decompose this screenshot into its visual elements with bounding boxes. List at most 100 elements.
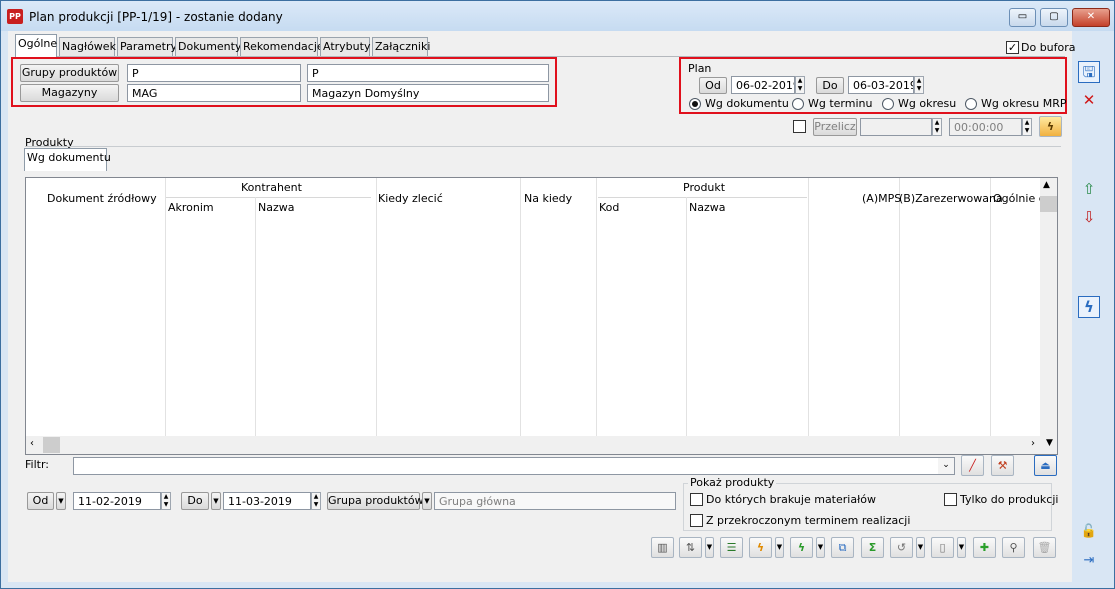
lightning-side-icon[interactable]: ϟ <box>1078 296 1100 318</box>
tab-parametry[interactable]: Parametry <box>117 37 177 56</box>
tab-ogolne[interactable]: Ogólne <box>15 34 57 57</box>
grupa-dropdown[interactable]: ▼ <box>422 492 432 510</box>
copy-icon[interactable]: ⧉ <box>831 537 854 558</box>
move-down-icon[interactable]: ⇩ <box>1078 207 1100 229</box>
plan-od-spinner[interactable]: ▲ ▼ <box>795 76 805 94</box>
opt-przekroczony-checkbox[interactable] <box>690 514 703 527</box>
bottom-od-date[interactable]: 11-02-2019 <box>73 492 161 510</box>
bottom-do-button[interactable]: Do <box>181 492 209 510</box>
filter-settings-icon[interactable]: ⚒ <box>991 455 1014 476</box>
plan-do-spinner[interactable]: ▲ ▼ <box>914 76 924 94</box>
plan-do-button[interactable]: Do <box>816 77 844 94</box>
pin-icon[interactable]: ⇥ <box>1078 551 1100 573</box>
tab-atrybuty[interactable]: Atrybuty <box>320 37 370 56</box>
tab-dokumenty[interactable]: Dokumenty <box>175 37 241 56</box>
subtab-wg-dokumentu[interactable]: Wg dokumentu <box>24 148 111 171</box>
grid-col-line <box>165 178 166 436</box>
bottom-do-dropdown[interactable]: ▼ <box>211 492 221 510</box>
przelicz-date-spinner[interactable]: ▲ ▼ <box>932 118 942 136</box>
col-na-kiedy[interactable]: Na kiedy <box>524 192 572 205</box>
radio-wg-okresu-label: Wg okresu <box>898 97 957 110</box>
bottom-od-button[interactable]: Od <box>27 492 54 510</box>
plan-do-date[interactable]: 06-03-2019 <box>848 76 914 94</box>
minimize-button[interactable]: ▭ <box>1009 8 1036 27</box>
close-button[interactable]: ✕ <box>1072 8 1110 27</box>
col-kiedy-zlecic[interactable]: Kiedy zlecić <box>378 192 443 205</box>
do-bufora-checkbox[interactable]: ✓ <box>1006 41 1019 54</box>
search-icon[interactable]: ⚲ <box>1002 537 1025 558</box>
filtr-dropdown-icon[interactable]: ⌄ <box>938 458 954 474</box>
grupy-produktow-button[interactable]: Grupy produktów <box>20 64 119 82</box>
scroll-hthumb[interactable] <box>43 437 60 453</box>
col-zarezerwowana[interactable]: (B)Zarezerwowana <box>899 192 1003 205</box>
plan-od-button[interactable]: Od <box>699 77 727 94</box>
grupy-name-field[interactable]: P <box>307 64 549 82</box>
grupa-field[interactable]: Grupa główna <box>434 492 676 510</box>
col-kod[interactable]: Kod <box>599 201 619 214</box>
clear-filter-icon[interactable]: ╱ <box>961 455 984 476</box>
col-nazwa[interactable]: Nazwa <box>258 201 294 214</box>
maximize-button[interactable]: ▢ <box>1040 8 1068 27</box>
col-dokument-zrodlowy[interactable]: Dokument źródłowy <box>47 192 157 205</box>
tab-rekomendacje[interactable]: Rekomendacje <box>240 37 324 56</box>
przelicz-button[interactable]: Przelicz <box>813 118 857 136</box>
radio-wg-okresu[interactable] <box>882 98 894 110</box>
opt-brakuje-checkbox[interactable] <box>690 493 703 506</box>
undo-dropdown-icon[interactable]: ▼ <box>916 537 925 558</box>
scroll-thumb[interactable] <box>1040 196 1057 212</box>
scroll-up-icon[interactable]: ▲ <box>1043 180 1050 190</box>
scroll-left-icon[interactable]: ‹ <box>30 438 34 449</box>
plan-od-date[interactable]: 06-02-2019 <box>731 76 795 94</box>
bottom-do-spinner[interactable]: ▲ ▼ <box>311 492 321 510</box>
magazyn-code-field[interactable]: MAG <box>127 84 301 102</box>
lightning-green-dropdown-icon[interactable]: ▼ <box>816 537 825 558</box>
scroll-right-icon[interactable]: › <box>1031 438 1035 449</box>
chart-icon[interactable]: ▥ <box>651 537 674 558</box>
przelicz-checkbox[interactable] <box>793 120 806 133</box>
sort-icon[interactable]: ⇅ <box>679 537 702 558</box>
lightning-green-icon[interactable]: ϟ <box>790 537 813 558</box>
sigma-icon[interactable]: Σ <box>861 537 884 558</box>
grid-horizontal-scrollbar[interactable]: ‹ › ▼ <box>26 436 1057 454</box>
przelicz-date[interactable] <box>860 118 932 136</box>
bottom-od-spinner[interactable]: ▲ ▼ <box>161 492 171 510</box>
grid-col-line <box>376 178 377 436</box>
radio-wg-dokumentu[interactable] <box>689 98 701 110</box>
radio-wg-okresu-mrp[interactable] <box>965 98 977 110</box>
bottom-do-date[interactable]: 11-03-2019 <box>223 492 311 510</box>
opt-tylko-checkbox[interactable] <box>944 493 957 506</box>
radio-wg-terminu[interactable] <box>792 98 804 110</box>
col-group-kontrahent: Kontrahent <box>241 181 302 194</box>
add-icon[interactable]: ✚ <box>973 537 996 558</box>
col-akronim[interactable]: Akronim <box>168 201 214 214</box>
document-dropdown-icon[interactable]: ▼ <box>957 537 966 558</box>
bottom-od-dropdown[interactable]: ▼ <box>56 492 66 510</box>
radio-wg-dokumentu-label: Wg dokumentu <box>705 97 789 110</box>
magazyn-name-field[interactable]: Magazyn Domyślny <box>307 84 549 102</box>
tab-naglowek[interactable]: Nagłówek <box>59 37 116 56</box>
scroll-down-icon[interactable]: ▼ <box>1046 438 1053 448</box>
col-produkt-nazwa[interactable]: Nazwa <box>689 201 725 214</box>
magazyny-button[interactable]: Magazyny <box>20 84 119 102</box>
sort-dropdown-icon[interactable]: ▼ <box>705 537 714 558</box>
lightning-orange-dropdown-icon[interactable]: ▼ <box>775 537 784 558</box>
grupy-code-field[interactable]: P <box>127 64 301 82</box>
filtr-input[interactable] <box>73 457 955 475</box>
move-up-icon[interactable]: ⇧ <box>1078 179 1100 201</box>
grid-vertical-scrollbar[interactable]: ▲ <box>1040 178 1057 436</box>
przelicz-time-spinner[interactable]: ▲ ▼ <box>1022 118 1032 136</box>
tab-zalaczniki[interactable]: Załączniki <box>372 37 430 56</box>
document-icon[interactable]: ▯ <box>931 537 954 558</box>
list-icon[interactable]: ☰ <box>720 537 743 558</box>
col-mps[interactable]: (A)MPS <box>862 192 901 205</box>
undo-icon[interactable]: ↺ <box>890 537 913 558</box>
save-icon[interactable]: 🖫 <box>1078 61 1100 83</box>
cancel-icon[interactable]: ✕ <box>1078 90 1100 112</box>
help-lightning-icon[interactable]: ϟ <box>1039 116 1062 137</box>
grupa-produktow-button[interactable]: Grupa produktów <box>327 492 424 510</box>
lightning-orange-icon[interactable]: ϟ <box>749 537 772 558</box>
przelicz-time[interactable]: 00:00:00 <box>949 118 1022 136</box>
expand-filter-icon[interactable]: ⏏ <box>1034 455 1057 476</box>
delete-icon[interactable]: 🗑 <box>1033 537 1056 558</box>
lock-icon[interactable]: 🔓 <box>1078 522 1100 544</box>
